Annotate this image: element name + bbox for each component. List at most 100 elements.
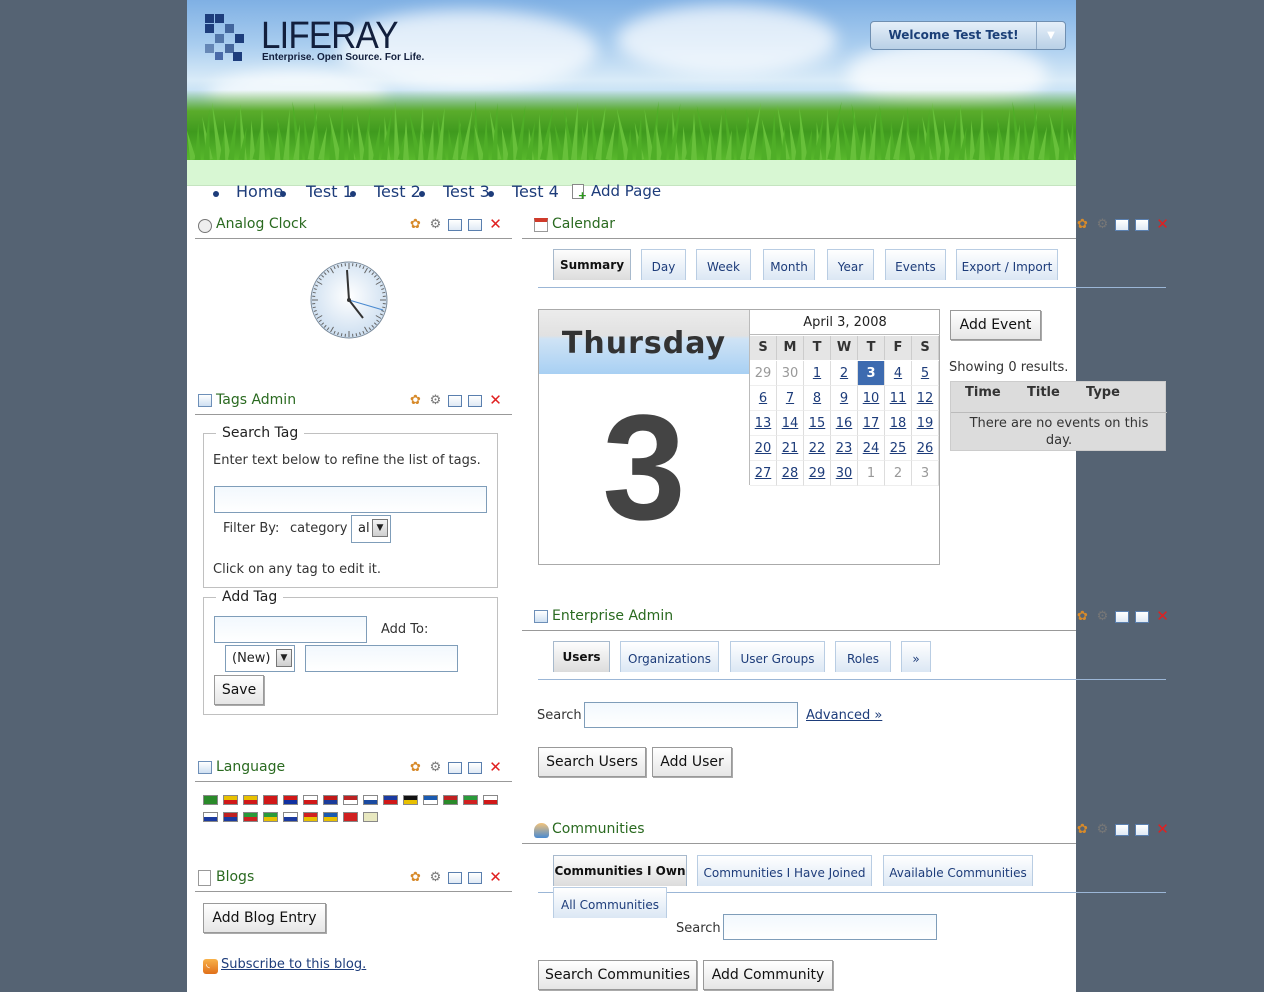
advanced-search-link[interactable]: Advanced » xyxy=(806,708,882,723)
tab-events[interactable]: Events xyxy=(885,249,946,280)
calendar-day[interactable]: 15 xyxy=(804,411,831,436)
calendar-day[interactable]: 22 xyxy=(804,436,831,461)
add-community-button[interactable]: Add Community xyxy=(703,960,833,990)
minimize-icon[interactable] xyxy=(448,219,462,231)
configuration-icon[interactable]: ⚙ xyxy=(428,760,443,775)
flag-tr-icon[interactable] xyxy=(343,812,358,822)
flag-hu-icon[interactable] xyxy=(443,795,458,805)
tab-week[interactable]: Week xyxy=(696,249,751,280)
tab-communities-i-have-joined[interactable]: Communities I Have Joined xyxy=(697,855,872,886)
community-search-input[interactable] xyxy=(723,914,937,940)
flag-sv-icon[interactable] xyxy=(323,812,338,822)
flag-en-icon[interactable] xyxy=(343,795,358,805)
add-page-link[interactable]: Add Page xyxy=(591,182,661,200)
calendar-day[interactable]: 26 xyxy=(912,436,939,461)
chevron-down-icon[interactable]: ▼ xyxy=(1037,22,1065,49)
welcome-label[interactable]: Welcome Test Test! xyxy=(871,22,1037,49)
flag-ca-icon[interactable] xyxy=(223,795,238,805)
minimize-icon[interactable] xyxy=(448,395,462,407)
add-event-button[interactable]: Add Event xyxy=(950,310,1041,340)
flag-fa-icon[interactable] xyxy=(243,812,258,822)
calendar-day[interactable]: 2 xyxy=(831,361,858,386)
close-icon[interactable]: ✕ xyxy=(1155,217,1170,232)
tab-more[interactable]: » xyxy=(901,641,931,672)
search-users-button[interactable]: Search Users xyxy=(538,747,646,777)
tab-communities-i-own[interactable]: Communities I Own xyxy=(553,855,687,886)
close-icon[interactable]: ✕ xyxy=(1155,609,1170,624)
flag-zh-tw-icon[interactable] xyxy=(283,795,298,805)
tab-year[interactable]: Year xyxy=(827,249,874,280)
chevron-down-icon[interactable]: ▼ xyxy=(276,649,292,667)
calendar-day[interactable]: 1 xyxy=(804,361,831,386)
flag-de-icon[interactable] xyxy=(403,795,418,805)
calendar-day[interactable]: 8 xyxy=(804,386,831,411)
add-user-button[interactable]: Add User xyxy=(652,747,732,777)
calendar-day[interactable]: 7 xyxy=(777,386,804,411)
calendar-day[interactable]: 12 xyxy=(912,386,939,411)
maximize-icon[interactable] xyxy=(1135,219,1149,231)
configuration-icon[interactable]: ⚙ xyxy=(428,870,443,885)
minimize-icon[interactable] xyxy=(1115,611,1129,623)
rss-icon[interactable]: ◟ xyxy=(203,959,218,974)
flag-ko-icon[interactable] xyxy=(203,812,218,822)
search-communities-button[interactable]: Search Communities xyxy=(538,960,697,990)
tab-user-groups[interactable]: User Groups xyxy=(730,641,825,672)
calendar-day[interactable]: 19 xyxy=(912,411,939,436)
look-and-feel-icon[interactable]: ✿ xyxy=(408,217,423,232)
tab-day[interactable]: Day xyxy=(641,249,686,280)
calendar-day[interactable]: 29 xyxy=(804,461,831,486)
calendar-day[interactable]: 14 xyxy=(777,411,804,436)
flag-ru-icon[interactable] xyxy=(283,812,298,822)
calendar-day[interactable]: 24 xyxy=(858,436,885,461)
maximize-icon[interactable] xyxy=(468,219,482,231)
add-page-icon[interactable]: + xyxy=(572,184,587,201)
maximize-icon[interactable] xyxy=(1135,611,1149,623)
flag-zh-cn-icon[interactable] xyxy=(263,795,278,805)
flag-ca-icon[interactable] xyxy=(243,795,258,805)
flag-fr-icon[interactable] xyxy=(383,795,398,805)
minimize-icon[interactable] xyxy=(448,762,462,774)
configuration-icon[interactable]: ⚙ xyxy=(428,217,443,232)
look-and-feel-icon[interactable]: ✿ xyxy=(1075,609,1090,624)
calendar-day[interactable]: 11 xyxy=(885,386,912,411)
flag-ja-icon[interactable] xyxy=(483,795,498,805)
calendar-day[interactable]: 6 xyxy=(750,386,777,411)
nav-item-test-3[interactable]: Test 3 xyxy=(443,182,490,201)
tag-search-input[interactable] xyxy=(214,486,487,513)
calendar-day[interactable]: 17 xyxy=(858,411,885,436)
calendar-day[interactable]: 20 xyxy=(750,436,777,461)
flag-fi-icon[interactable] xyxy=(363,795,378,805)
tab-organizations[interactable]: Organizations xyxy=(620,641,719,672)
calendar-day[interactable]: 4 xyxy=(885,361,912,386)
tab-roles[interactable]: Roles xyxy=(835,641,891,672)
calendar-day[interactable]: 27 xyxy=(750,461,777,486)
look-and-feel-icon[interactable]: ✿ xyxy=(1075,822,1090,837)
welcome-dock[interactable]: Welcome Test Test! ▼ xyxy=(870,21,1066,50)
nav-item-home[interactable]: Home xyxy=(236,182,283,201)
close-icon[interactable]: ✕ xyxy=(488,217,503,232)
add-to-select[interactable]: (New) ▼ xyxy=(225,645,295,672)
close-icon[interactable]: ✕ xyxy=(488,760,503,775)
minimize-icon[interactable] xyxy=(1115,219,1129,231)
calendar-day[interactable]: 16 xyxy=(831,411,858,436)
flag-es-icon[interactable] xyxy=(303,812,318,822)
flag-cs-icon[interactable] xyxy=(303,795,318,805)
calendar-day[interactable]: 9 xyxy=(831,386,858,411)
configuration-icon[interactable]: ⚙ xyxy=(428,393,443,408)
new-category-input[interactable] xyxy=(305,645,458,672)
maximize-icon[interactable] xyxy=(468,872,482,884)
tab-export-import[interactable]: Export / Import xyxy=(956,249,1058,280)
calendar-day[interactable]: 23 xyxy=(831,436,858,461)
configuration-icon[interactable]: ⚙ xyxy=(1095,217,1110,232)
look-and-feel-icon[interactable]: ✿ xyxy=(1075,217,1090,232)
maximize-icon[interactable] xyxy=(468,762,482,774)
calendar-day[interactable]: 5 xyxy=(912,361,939,386)
flag-vi-icon[interactable] xyxy=(363,812,378,822)
nav-item-test-2[interactable]: Test 2 xyxy=(374,182,421,201)
chevron-down-icon[interactable]: ▼ xyxy=(372,519,388,537)
category-select[interactable]: al ▼ xyxy=(351,515,391,543)
nav-item-test-1[interactable]: Test 1 xyxy=(306,182,353,201)
minimize-icon[interactable] xyxy=(448,872,462,884)
configuration-icon[interactable]: ⚙ xyxy=(1095,822,1110,837)
minimize-icon[interactable] xyxy=(1115,824,1129,836)
